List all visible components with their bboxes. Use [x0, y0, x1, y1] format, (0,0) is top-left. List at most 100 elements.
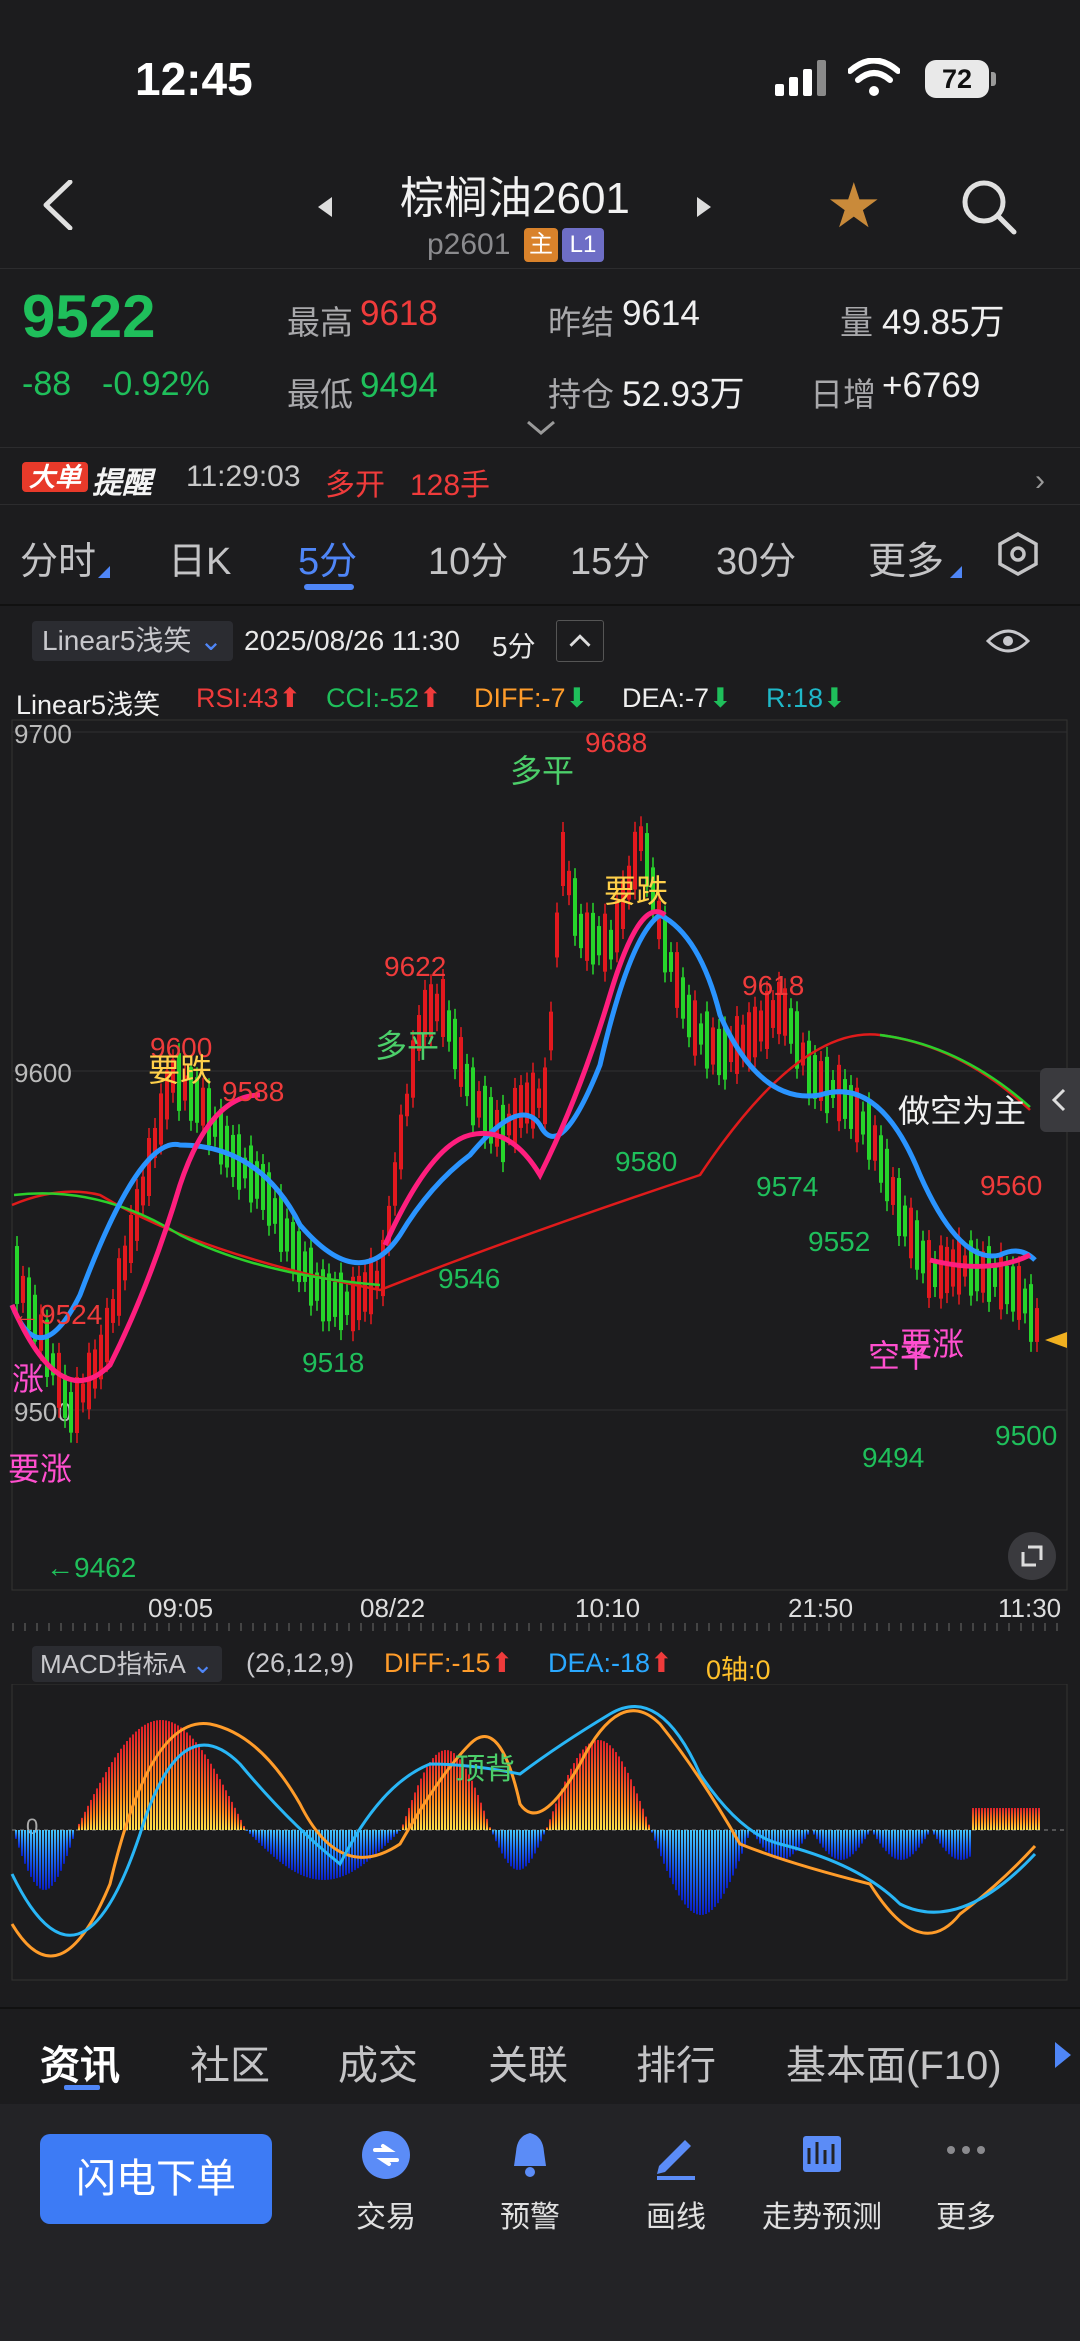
back-icon[interactable]: [40, 180, 80, 230]
last-price: 9522: [22, 283, 156, 350]
macd-bar: [18, 1830, 20, 1848]
favorite-star-icon[interactable]: ★: [826, 176, 882, 238]
macd-bar: [879, 1830, 881, 1844]
macd-bar: [228, 1796, 230, 1830]
tab-more[interactable]: 更多: [868, 530, 944, 585]
tab-community[interactable]: 社区: [190, 2033, 270, 2091]
macd-bar: [900, 1830, 902, 1860]
side-panel-tab[interactable]: [1040, 1068, 1080, 1132]
macd-bar: [648, 1824, 650, 1830]
daily-increase-label: 日增: [810, 376, 876, 413]
macd-bar: [435, 1754, 437, 1830]
macd-bar: [153, 1720, 155, 1830]
arrow-down-icon: ⬇: [823, 683, 846, 713]
macd-bar: [255, 1830, 257, 1841]
macd-bar: [555, 1803, 557, 1830]
macd-bar: [405, 1816, 407, 1830]
divider: [0, 2007, 1080, 2009]
macd-bar: [234, 1807, 236, 1830]
macd-bar: [606, 1742, 608, 1830]
tab-news[interactable]: 资讯: [40, 2033, 120, 2091]
tab-more-menu-icon: [950, 566, 962, 578]
macd-bar: [621, 1761, 623, 1830]
tab-related[interactable]: 关联: [488, 2033, 568, 2091]
tab-5min[interactable]: 5分: [298, 530, 357, 585]
macd-bar: [681, 1830, 683, 1901]
search-icon[interactable]: [960, 178, 1018, 236]
macd-indicator-select[interactable]: MACD指标A ⌄: [32, 1646, 222, 1682]
alert-chevron-icon[interactable]: ›: [1035, 464, 1045, 498]
macd-bar: [312, 1830, 314, 1879]
settings-hexagon-icon[interactable]: [996, 532, 1040, 576]
nav-more[interactable]: 更多: [896, 2128, 1036, 2236]
macd-bar: [651, 1830, 653, 1833]
nav-draw[interactable]: 画线: [606, 2128, 746, 2236]
indicator-select[interactable]: Linear5浅笑 ⌄: [32, 621, 233, 661]
macd-bar: [501, 1830, 503, 1854]
x-tick-1010: 10:10: [575, 1595, 640, 1623]
macd-bar: [696, 1830, 698, 1915]
tab-30min[interactable]: 30分: [716, 530, 796, 585]
macd-bar: [489, 1827, 491, 1830]
label-9618: 9618: [742, 970, 804, 1001]
macd-bar: [1002, 1808, 1004, 1830]
macd-bar: [549, 1819, 551, 1830]
macd-bar: [372, 1830, 374, 1857]
macd-bar: [57, 1830, 59, 1877]
macd-bar: [141, 1726, 143, 1830]
legend-r-value: R:18: [766, 683, 824, 713]
label-9560: 9560: [980, 1170, 1042, 1201]
eye-icon[interactable]: [986, 626, 1030, 656]
nav-trade[interactable]: 交易: [316, 2128, 456, 2236]
next-contract-icon[interactable]: [697, 197, 711, 217]
tab-trades[interactable]: 成交: [338, 2033, 418, 2091]
nav-alert-label: 预警: [500, 2201, 560, 2234]
fullscreen-icon[interactable]: [1008, 1532, 1056, 1580]
label-9688: 9688: [585, 727, 647, 758]
macd-bar: [996, 1808, 998, 1830]
level-tag: L1: [562, 228, 604, 262]
macd-bar: [1038, 1808, 1040, 1830]
macd-bar: [915, 1830, 917, 1852]
macd-dea-value: DEA:-18: [548, 1648, 651, 1678]
status-time: 12:45: [135, 53, 253, 105]
tab-10min[interactable]: 10分: [428, 530, 508, 585]
macd-bar: [798, 1830, 800, 1848]
flash-order-button[interactable]: 闪电下单: [40, 2134, 272, 2224]
macd-bar: [120, 1748, 122, 1830]
legend-cci: CCI:-52⬆: [326, 683, 442, 714]
macd-bar: [42, 1830, 44, 1890]
macd-bar: [828, 1830, 830, 1855]
nav-alert[interactable]: 预警: [460, 2128, 600, 2236]
collapse-toolbar-icon[interactable]: [556, 620, 604, 662]
macd-bar: [1035, 1808, 1037, 1830]
tab-15min[interactable]: 15分: [570, 530, 650, 585]
macd-bar: [978, 1808, 980, 1830]
macd-bar: [117, 1752, 119, 1830]
macd-bar: [852, 1830, 854, 1855]
x-tick-1130: 11:30: [998, 1595, 1061, 1623]
macd-bar: [873, 1830, 875, 1835]
nav-trade-label: 交易: [356, 2201, 416, 2234]
tab-fundamentals[interactable]: 基本面(F10): [786, 2033, 1002, 2091]
legend-rsi-value: RSI:43: [196, 683, 279, 713]
macd-bar: [663, 1830, 665, 1864]
price-change: -88: [22, 365, 72, 403]
tab-daily[interactable]: 日K: [168, 530, 231, 585]
macd-bar: [840, 1830, 842, 1860]
chevron-down-icon[interactable]: [526, 420, 556, 436]
prev-contract-icon[interactable]: [318, 197, 332, 217]
macd-chart[interactable]: 0 顶背: [0, 1684, 1080, 1984]
cellular-signal-icon: [775, 60, 826, 96]
macd-bar: [507, 1830, 509, 1864]
kline-chart[interactable]: 9700 9600 9500 9688 9622 9618 9600 9588 …: [0, 715, 1080, 1605]
macd-bar: [492, 1830, 494, 1835]
macd-bar: [819, 1830, 821, 1844]
tab-intraday[interactable]: 分时: [20, 530, 96, 585]
macd-bar: [813, 1830, 815, 1835]
tabs-scroll-right-icon[interactable]: [1055, 2042, 1071, 2068]
nav-forecast[interactable]: 走势预测: [752, 2128, 892, 2236]
macd-bar: [624, 1766, 626, 1830]
macd-bar: [531, 1830, 533, 1859]
tab-ranking[interactable]: 排行: [636, 2033, 716, 2091]
